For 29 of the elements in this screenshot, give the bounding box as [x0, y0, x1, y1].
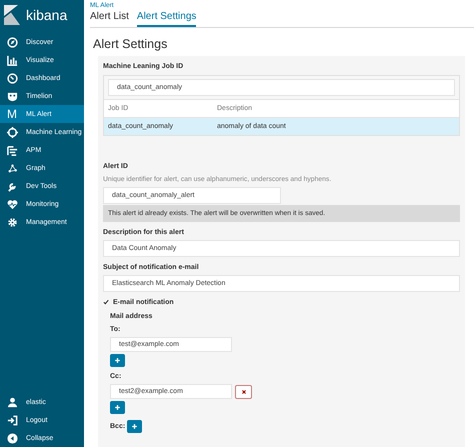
plus-icon: [114, 404, 121, 411]
add-button[interactable]: [110, 401, 125, 414]
page-title: Alert Settings: [93, 37, 168, 51]
bar-chart-icon: [6, 54, 18, 66]
logout-icon: [6, 414, 18, 426]
plus-icon: [131, 423, 138, 430]
graph-icon: [6, 162, 18, 174]
add-button[interactable]: [110, 354, 125, 367]
tab[interactable]: Alert List: [90, 9, 129, 27]
logo-text: kibana: [26, 7, 68, 23]
mask-icon: [6, 90, 18, 102]
list-icon: [6, 144, 18, 156]
collapse-icon: [6, 432, 18, 444]
gauge-icon: [6, 72, 18, 84]
target-icon: [6, 126, 18, 138]
remove-button[interactable]: [235, 384, 252, 398]
letter-icon: M: [7, 108, 17, 120]
compass-icon: [6, 36, 18, 48]
close-icon: [240, 388, 246, 394]
gear-icon: [6, 216, 18, 228]
wrench-icon: [6, 180, 18, 192]
plus-icon: [114, 357, 121, 364]
add-button[interactable]: [127, 420, 142, 433]
heart-icon: [6, 198, 18, 210]
checkbox[interactable]: [103, 299, 110, 306]
checkmark-icon: [103, 299, 110, 306]
kibana-logo-icon: [4, 5, 20, 25]
user-icon: [6, 396, 18, 408]
tab[interactable]: Alert Settings: [136, 9, 196, 27]
